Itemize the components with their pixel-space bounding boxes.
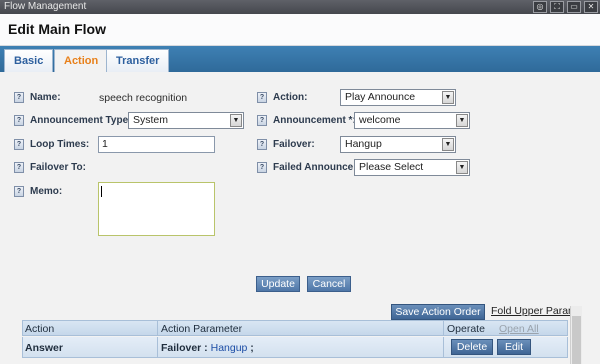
help-icon[interactable]: ? xyxy=(14,115,24,126)
announcement-label: Announcement *: xyxy=(273,115,356,126)
header-action-parameter: Action Parameter xyxy=(161,323,243,335)
help-icon[interactable]: ? xyxy=(14,92,24,103)
failover-to-label: Failover To: xyxy=(30,162,86,173)
loop-times-input[interactable]: 1 xyxy=(98,136,215,153)
chevron-down-icon: ▼ xyxy=(456,161,468,174)
failed-announce-value: Please Select xyxy=(359,161,424,173)
table-row[interactable]: Answer Failover : Hangup ; Delete Edit xyxy=(22,337,568,358)
save-action-order-button[interactable]: Save Action Order xyxy=(391,304,485,320)
window-title: Flow Management xyxy=(4,1,87,12)
action-label: Action: xyxy=(273,92,308,103)
memo-label: Memo: xyxy=(30,186,63,197)
failed-announce-label: Failed Announce: xyxy=(273,162,357,173)
open-all-link[interactable]: Open All xyxy=(499,323,539,335)
hangup-link[interactable]: Hangup xyxy=(211,342,248,354)
loop-times-label: Loop Times: xyxy=(30,139,90,150)
help-icon[interactable]: ? xyxy=(257,139,267,150)
announcement-type-label: Announcement Type: xyxy=(30,115,132,126)
help-icon[interactable]: ? xyxy=(14,139,24,150)
action-select-value: Play Announce xyxy=(345,91,416,103)
scrollbar-thumb[interactable] xyxy=(572,316,581,364)
page-title: Edit Main Flow xyxy=(8,21,106,37)
chevron-down-icon: ▼ xyxy=(456,114,468,127)
announcement-type-select[interactable]: System ▼ xyxy=(128,112,244,129)
column-divider xyxy=(443,337,444,357)
window-titlebar: Flow Management ◎ ⛶ ▭ ✕ xyxy=(0,0,600,14)
column-divider xyxy=(157,337,158,357)
row-action: Answer xyxy=(25,342,63,354)
window-controls: ◎ ⛶ ▭ ✕ xyxy=(533,1,598,13)
table-header: Action Action Parameter Operate Open All xyxy=(22,320,568,336)
tab-transfer[interactable]: Transfer xyxy=(106,49,170,72)
header-action: Action xyxy=(25,323,55,335)
announcement-select[interactable]: welcome ▼ xyxy=(354,112,470,129)
fold-upper-param-link[interactable]: Fold Upper Param xyxy=(491,305,577,317)
page-header: Edit Main Flow xyxy=(0,14,600,46)
announcement-value: welcome xyxy=(359,114,401,126)
action-select[interactable]: Play Announce ▼ xyxy=(340,89,456,106)
name-value: speech recognition xyxy=(99,92,188,104)
name-label: Name: xyxy=(30,92,61,103)
tab-action[interactable]: Action xyxy=(54,49,109,72)
help-icon[interactable]: ? xyxy=(257,162,267,173)
failover-select[interactable]: Hangup ▼ xyxy=(340,136,456,153)
header-operate: Operate xyxy=(447,323,485,335)
settings-icon[interactable]: ◎ xyxy=(533,1,547,13)
delete-button[interactable]: Delete xyxy=(451,339,493,355)
column-divider xyxy=(157,321,158,335)
close-icon[interactable]: ✕ xyxy=(584,1,598,13)
help-icon[interactable]: ? xyxy=(257,115,267,126)
chevron-down-icon: ▼ xyxy=(442,91,454,104)
edit-button[interactable]: Edit xyxy=(497,339,531,355)
fullscreen-icon[interactable]: ⛶ xyxy=(550,1,564,13)
help-icon[interactable]: ? xyxy=(14,162,24,173)
restore-icon[interactable]: ▭ xyxy=(567,1,581,13)
announcement-type-value: System xyxy=(133,114,169,126)
chevron-down-icon: ▼ xyxy=(442,138,454,151)
cancel-button[interactable]: Cancel xyxy=(307,276,351,292)
row-parameter: Failover : Hangup ; xyxy=(161,342,254,354)
help-icon[interactable]: ? xyxy=(257,92,267,103)
chevron-down-icon: ▼ xyxy=(230,114,242,127)
tab-bar: Basic Action Transfer xyxy=(0,46,600,72)
failed-announce-select[interactable]: Please Select ▼ xyxy=(354,159,470,176)
update-button[interactable]: Update xyxy=(256,276,300,292)
text-caret xyxy=(101,186,102,197)
action-list-area: Save Action Order Fold Upper Param Actio… xyxy=(0,298,600,364)
tab-basic[interactable]: Basic xyxy=(4,49,54,72)
vertical-scrollbar[interactable] xyxy=(570,306,582,364)
failover-label: Failover: xyxy=(273,139,315,150)
failover-value: Hangup xyxy=(345,138,382,150)
help-icon[interactable]: ? xyxy=(14,186,24,197)
memo-textarea[interactable] xyxy=(98,182,215,236)
action-form: ? Name: speech recognition ? Action: Pla… xyxy=(0,72,600,298)
column-divider xyxy=(443,321,444,335)
